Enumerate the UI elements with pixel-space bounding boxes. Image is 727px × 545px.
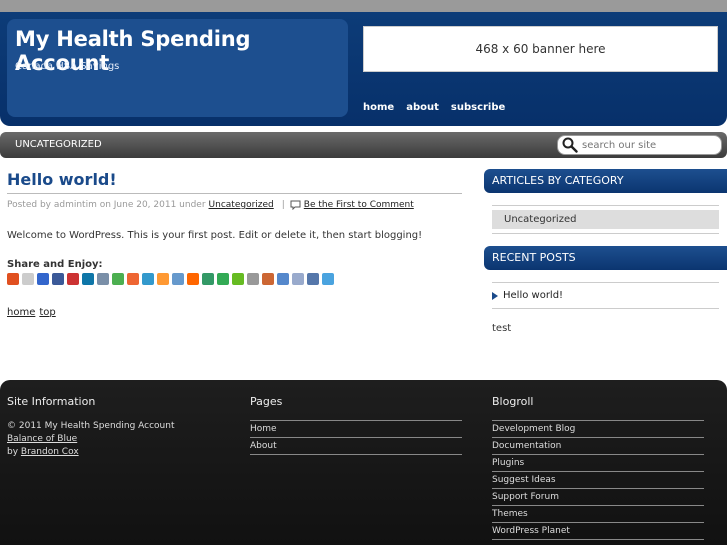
share-title: Share and Enjoy: bbox=[7, 259, 103, 270]
pages-heading: Pages bbox=[250, 395, 283, 408]
share-service-icon[interactable] bbox=[262, 273, 274, 285]
nav-category-uncategorized[interactable]: UNCATEGORIZED bbox=[15, 139, 102, 150]
share-service-icon[interactable] bbox=[277, 273, 289, 285]
share-service-icon[interactable] bbox=[232, 273, 244, 285]
share-service-icon[interactable] bbox=[172, 273, 184, 285]
sidebar-text: test bbox=[492, 323, 512, 334]
banner-ad[interactable]: 468 x 60 banner here bbox=[363, 26, 718, 72]
post-body: Welcome to WordPress. This is your first… bbox=[7, 230, 423, 241]
category-list: Uncategorized bbox=[492, 205, 719, 234]
share-service-icon[interactable] bbox=[112, 273, 124, 285]
theme-link[interactable]: Balance of Blue bbox=[7, 434, 77, 444]
footer-pages: Pages Home About bbox=[250, 395, 462, 455]
blogroll-item[interactable]: WordPress Planet bbox=[492, 523, 704, 540]
top-link[interactable]: top bbox=[39, 307, 55, 318]
sidebar-category-uncategorized[interactable]: Uncategorized bbox=[492, 210, 719, 229]
nav-about-link[interactable]: about bbox=[406, 102, 439, 113]
footer: Site Information © 2011 My Health Spendi… bbox=[0, 380, 727, 545]
share-service-icon[interactable] bbox=[322, 273, 334, 285]
post-meta: Posted by admintim on June 20, 2011 unde… bbox=[7, 200, 462, 210]
category-navbar: UNCATEGORIZED bbox=[0, 132, 727, 158]
sidebar: ARTICLES BY CATEGORY Uncategorized RECEN… bbox=[484, 169, 727, 334]
blogroll-item[interactable]: Support Forum bbox=[492, 489, 704, 506]
footer-site-info: Site Information © 2011 My Health Spendi… bbox=[7, 395, 175, 459]
share-service-icon[interactable] bbox=[82, 273, 94, 285]
share-service-icon[interactable] bbox=[217, 273, 229, 285]
home-top-links: home top bbox=[7, 307, 462, 318]
site-info-heading: Site Information bbox=[7, 395, 96, 408]
share-service-icon[interactable] bbox=[97, 273, 109, 285]
share-service-icon[interactable] bbox=[67, 273, 79, 285]
comment-link[interactable]: Be the First to Comment bbox=[304, 200, 414, 210]
arrow-right-icon bbox=[492, 291, 498, 300]
footer-blogroll: Blogroll Development Blog Documentation … bbox=[492, 395, 704, 540]
blogroll-list: Development Blog Documentation Plugins S… bbox=[492, 420, 704, 540]
site-title-box: My Health Spending Account Canada HSA Sa… bbox=[7, 19, 348, 117]
blogroll-item[interactable]: Suggest Ideas bbox=[492, 472, 704, 489]
pages-list: Home About bbox=[250, 420, 462, 455]
footer-page-home[interactable]: Home bbox=[250, 421, 462, 438]
post-category-link[interactable]: Uncategorized bbox=[209, 200, 274, 210]
nav-home-link[interactable]: home bbox=[363, 102, 394, 113]
share-service-icon[interactable] bbox=[37, 273, 49, 285]
top-nav: home about subscribe bbox=[363, 102, 505, 113]
post-title[interactable]: Hello world! bbox=[7, 170, 462, 194]
header: My Health Spending Account Canada HSA Sa… bbox=[0, 12, 727, 126]
home-link[interactable]: home bbox=[7, 307, 35, 318]
recent-posts-list: Hello world! bbox=[492, 282, 719, 309]
share-service-icon[interactable] bbox=[7, 273, 19, 285]
share-service-icon[interactable] bbox=[127, 273, 139, 285]
search-box bbox=[557, 135, 722, 155]
share-service-icon[interactable] bbox=[307, 273, 319, 285]
author-link[interactable]: Brandon Cox bbox=[21, 447, 79, 457]
recent-posts-heading: RECENT POSTS bbox=[484, 246, 727, 270]
footer-page-about[interactable]: About bbox=[250, 438, 462, 455]
blogroll-item[interactable]: Plugins bbox=[492, 455, 704, 472]
share-service-icon[interactable] bbox=[202, 273, 214, 285]
share-icons bbox=[7, 273, 462, 285]
share-service-icon[interactable] bbox=[247, 273, 259, 285]
post-meta-text: Posted by admintim on June 20, 2011 unde… bbox=[7, 200, 206, 210]
search-icon[interactable] bbox=[562, 137, 578, 153]
share-service-icon[interactable] bbox=[292, 273, 304, 285]
site-tagline: Canada HSA Savings bbox=[15, 61, 120, 72]
meta-separator: | bbox=[281, 200, 285, 210]
recent-post-item[interactable]: Hello world! bbox=[492, 282, 719, 309]
by-text: by bbox=[7, 447, 19, 457]
articles-by-category-heading: ARTICLES BY CATEGORY bbox=[484, 169, 727, 193]
share-service-icon[interactable] bbox=[22, 273, 34, 285]
share-service-icon[interactable] bbox=[187, 273, 199, 285]
share-service-icon[interactable] bbox=[157, 273, 169, 285]
share-service-icon[interactable] bbox=[52, 273, 64, 285]
blogroll-item[interactable]: Documentation bbox=[492, 438, 704, 455]
main-content: Hello world! Posted by admintim on June … bbox=[7, 170, 462, 318]
recent-post-label[interactable]: Hello world! bbox=[503, 290, 563, 301]
copyright-text: © 2011 My Health Spending Account bbox=[7, 421, 175, 431]
top-strip bbox=[0, 0, 727, 12]
blogroll-item[interactable]: Development Blog bbox=[492, 421, 704, 438]
blogroll-item[interactable]: Themes bbox=[492, 506, 704, 523]
comment-icon bbox=[290, 200, 301, 210]
nav-subscribe-link[interactable]: subscribe bbox=[451, 102, 505, 113]
search-input[interactable] bbox=[582, 139, 712, 151]
blogroll-heading: Blogroll bbox=[492, 395, 534, 408]
share-service-icon[interactable] bbox=[142, 273, 154, 285]
